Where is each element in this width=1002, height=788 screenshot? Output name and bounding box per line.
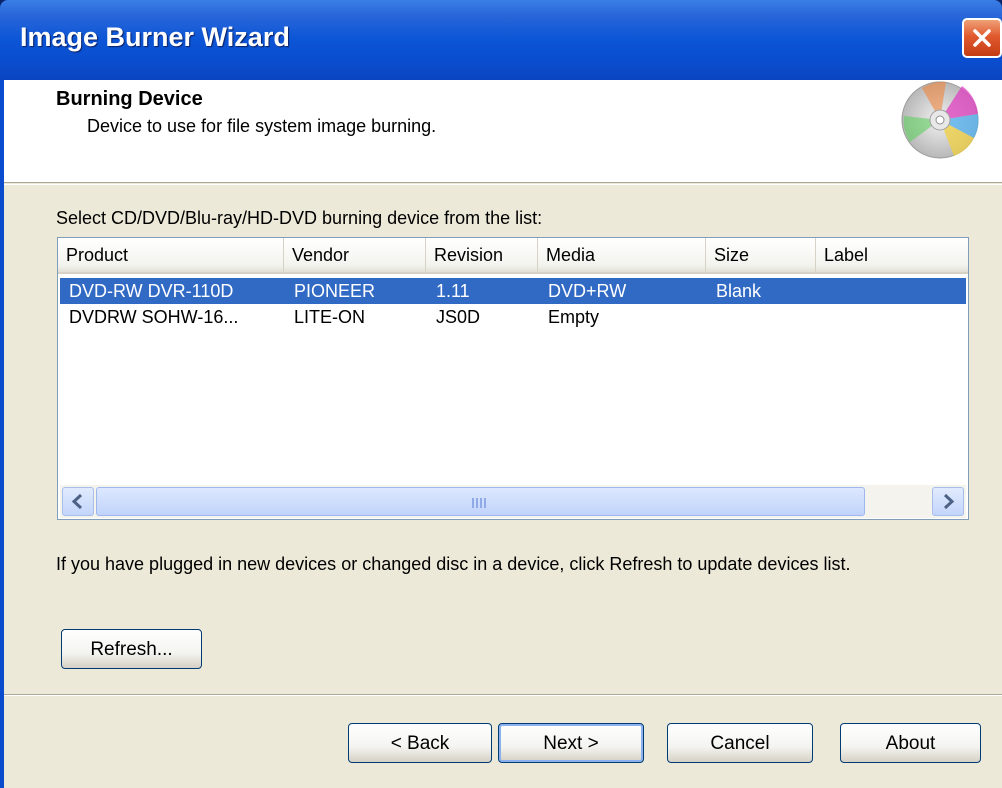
next-button[interactable]: Next > [498, 723, 644, 763]
back-button[interactable]: < Back [348, 723, 492, 763]
column-vendor[interactable]: Vendor [284, 238, 426, 274]
device-list-label: Select CD/DVD/Blu-ray/HD-DVD burning dev… [56, 208, 543, 228]
disc-icon [901, 81, 979, 159]
cell-size: Blank [716, 281, 762, 301]
chevron-left-icon [71, 493, 83, 510]
close-button[interactable] [962, 18, 1002, 58]
cancel-button[interactable]: Cancel [667, 723, 813, 763]
column-size[interactable]: Size [706, 238, 816, 274]
column-revision[interactable]: Revision [426, 238, 538, 274]
page-title: Burning Device [56, 88, 203, 110]
button-separator [4, 694, 1002, 696]
title-bar[interactable]: Image Burner Wizard [0, 0, 1002, 80]
cell-revision: JS0D [436, 307, 481, 327]
scroll-left-button[interactable] [62, 487, 94, 516]
wizard-header: Burning Device Device to use for file sy… [4, 80, 1002, 183]
device-list[interactable]: Product Vendor Revision Media Size Label… [57, 237, 969, 520]
about-button[interactable]: About [840, 723, 981, 763]
header-separator [4, 184, 1002, 185]
wizard-window: Image Burner Wizard Burning Device Devic… [0, 0, 1002, 788]
grip-icon [472, 498, 486, 508]
list-header: Product Vendor Revision Media Size Label [58, 238, 968, 274]
close-icon [973, 29, 991, 47]
cell-vendor: LITE-ON [294, 307, 366, 327]
refresh-hint-text: If you have plugged in new devices or ch… [56, 554, 851, 574]
column-media[interactable]: Media [538, 238, 706, 274]
table-row[interactable]: DVD-RW DVR-110D PIONEER 1.11 DVD+RW Blan… [60, 278, 966, 304]
cell-product: DVDRW SOHW-16... [69, 307, 239, 327]
cell-media: DVD+RW [548, 281, 627, 301]
cell-revision: 1.11 [436, 281, 470, 301]
horizontal-scrollbar[interactable] [60, 485, 966, 518]
refresh-button[interactable]: Refresh... [61, 629, 202, 669]
cell-product: DVD-RW DVR-110D [69, 281, 234, 301]
column-label[interactable]: Label [816, 238, 968, 274]
cell-media: Empty [548, 307, 600, 327]
column-product[interactable]: Product [58, 238, 284, 274]
scroll-right-button[interactable] [932, 487, 964, 516]
window-title: Image Burner Wizard [20, 22, 290, 52]
cell-vendor: PIONEER [294, 281, 376, 301]
page-subtitle: Device to use for file system image burn… [87, 116, 437, 136]
table-row[interactable]: DVDRW SOHW-16... LITE-ON JS0D Empty [60, 304, 966, 330]
wizard-client-area: Burning Device Device to use for file sy… [4, 80, 1002, 788]
chevron-right-icon [943, 493, 955, 510]
scrollbar-thumb[interactable] [96, 487, 865, 516]
